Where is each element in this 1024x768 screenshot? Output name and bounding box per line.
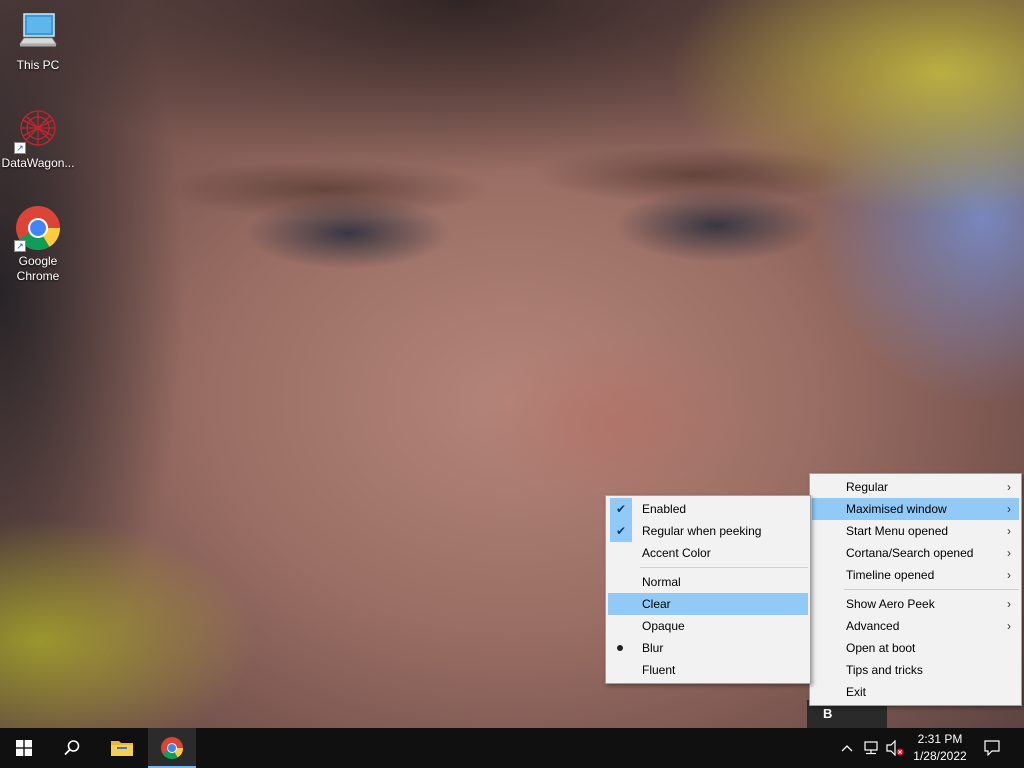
network-tray-button[interactable] <box>860 728 884 768</box>
chevron-right-icon: › <box>1007 597 1011 611</box>
network-icon <box>864 741 878 755</box>
menu-item-label: Maximised window <box>846 502 947 516</box>
radio-dot-icon <box>617 645 623 651</box>
menu-item-label: Timeline opened <box>846 568 935 582</box>
translucenttb-icon: B <box>823 706 833 721</box>
menu-item-label: Show Aero Peek <box>846 597 935 611</box>
menu-separator <box>844 589 1019 590</box>
desktop-icon-label: DataWagon... <box>1 156 75 170</box>
menu-item-label: Regular when peeking <box>642 524 762 538</box>
desktop-icon-this-pc[interactable]: This PC <box>0 8 76 73</box>
menu-item-label: Clear <box>642 597 671 611</box>
submenu-item-enabled[interactable]: ✔ Enabled <box>608 498 808 520</box>
clock-time: 2:31 PM <box>917 732 963 746</box>
chrome-icon: ↗ <box>14 204 62 252</box>
submenu-item-normal[interactable]: Normal <box>608 571 808 593</box>
menu-item-label: Normal <box>642 575 681 589</box>
start-button[interactable] <box>0 728 48 768</box>
menu-item-label: Start Menu opened <box>846 524 949 538</box>
chevron-right-icon: › <box>1007 546 1011 560</box>
menu-item-label: Opaque <box>642 619 685 633</box>
submenu-item-clear[interactable]: Clear <box>608 593 808 615</box>
desktop-icon-label: This PC <box>16 58 60 72</box>
submenu-item-opaque[interactable]: Opaque <box>608 615 808 637</box>
menu-item-regular[interactable]: Regular › <box>812 476 1019 498</box>
translucenttb-context-menu: Regular › Maximised window › Start Menu op… <box>809 473 1022 706</box>
datawagon-icon: ↗ <box>14 106 62 154</box>
action-center-button[interactable] <box>978 728 1006 768</box>
menu-separator <box>640 567 808 568</box>
chevron-right-icon: › <box>1007 524 1011 538</box>
submenu-item-regular-when-peeking[interactable]: ✔ Regular when peeking <box>608 520 808 542</box>
shortcut-arrow-icon: ↗ <box>14 240 26 252</box>
checkmark-icon: ✔ <box>610 520 632 542</box>
search-button[interactable] <box>48 728 96 768</box>
chrome-taskbar-button[interactable] <box>148 728 196 768</box>
menu-item-maximised-window[interactable]: Maximised window › <box>812 498 1019 520</box>
menu-item-cortana-search-opened[interactable]: Cortana/Search opened › <box>812 542 1019 564</box>
chevron-right-icon: › <box>1007 568 1011 582</box>
menu-item-label: Enabled <box>642 502 687 516</box>
file-explorer-icon <box>111 741 133 756</box>
menu-item-label: Tips and tricks <box>846 663 923 677</box>
start-icon <box>16 740 32 756</box>
submenu-item-fluent[interactable]: Fluent <box>608 659 808 681</box>
chevron-right-icon: › <box>1007 619 1011 633</box>
menu-item-label: Exit <box>846 685 867 699</box>
menu-item-label: Regular <box>846 480 889 494</box>
menu-item-tips-and-tricks[interactable]: Tips and tricks <box>812 659 1019 681</box>
taskbar: 2:31 PM 1/28/2022 <box>0 728 1024 768</box>
clock[interactable]: 2:31 PM 1/28/2022 <box>900 731 980 765</box>
menu-item-advanced[interactable]: Advanced › <box>812 615 1019 637</box>
shortcut-arrow-icon: ↗ <box>14 142 26 154</box>
menu-item-label: Cortana/Search opened <box>846 546 974 560</box>
chevron-up-icon <box>841 745 853 752</box>
desktop-icon-datawagon[interactable]: ↗ DataWagon... <box>0 106 76 171</box>
menu-item-show-aero-peek[interactable]: Show Aero Peek › <box>812 593 1019 615</box>
menu-item-label: Advanced <box>846 619 900 633</box>
menu-item-open-at-boot[interactable]: Open at boot <box>812 637 1019 659</box>
search-icon <box>64 740 80 756</box>
desktop-icon-label: Google Chrome <box>16 254 60 283</box>
submenu-item-accent-color[interactable]: Accent Color <box>608 542 808 564</box>
chevron-right-icon: › <box>1007 502 1011 516</box>
submenu-item-blur[interactable]: Blur <box>608 637 808 659</box>
chevron-right-icon: › <box>1007 480 1011 494</box>
menu-item-label: Open at boot <box>846 641 916 655</box>
menu-item-exit[interactable]: Exit <box>812 681 1019 703</box>
menu-item-label: Fluent <box>642 663 676 677</box>
menu-item-label: Accent Color <box>642 546 711 560</box>
this-pc-icon <box>14 8 62 56</box>
file-explorer-button[interactable] <box>98 728 146 768</box>
menu-item-label: Blur <box>642 641 664 655</box>
notification-icon <box>984 740 1000 756</box>
checkmark-icon: ✔ <box>610 498 632 520</box>
chrome-icon <box>161 737 184 760</box>
menu-item-timeline-opened[interactable]: Timeline opened › <box>812 564 1019 586</box>
menu-item-start-menu-opened[interactable]: Start Menu opened › <box>812 520 1019 542</box>
clock-date: 1/28/2022 <box>913 749 967 763</box>
desktop-icon-chrome[interactable]: ↗ Google Chrome <box>0 204 76 284</box>
maximised-window-submenu: ✔ Enabled ✔ Regular when peeking Accent Co… <box>605 495 811 684</box>
desktop-wallpaper: This PC ↗ DataWagon... ↗ Google Chrome B… <box>0 0 1024 728</box>
show-hidden-icons-button[interactable] <box>836 728 858 768</box>
